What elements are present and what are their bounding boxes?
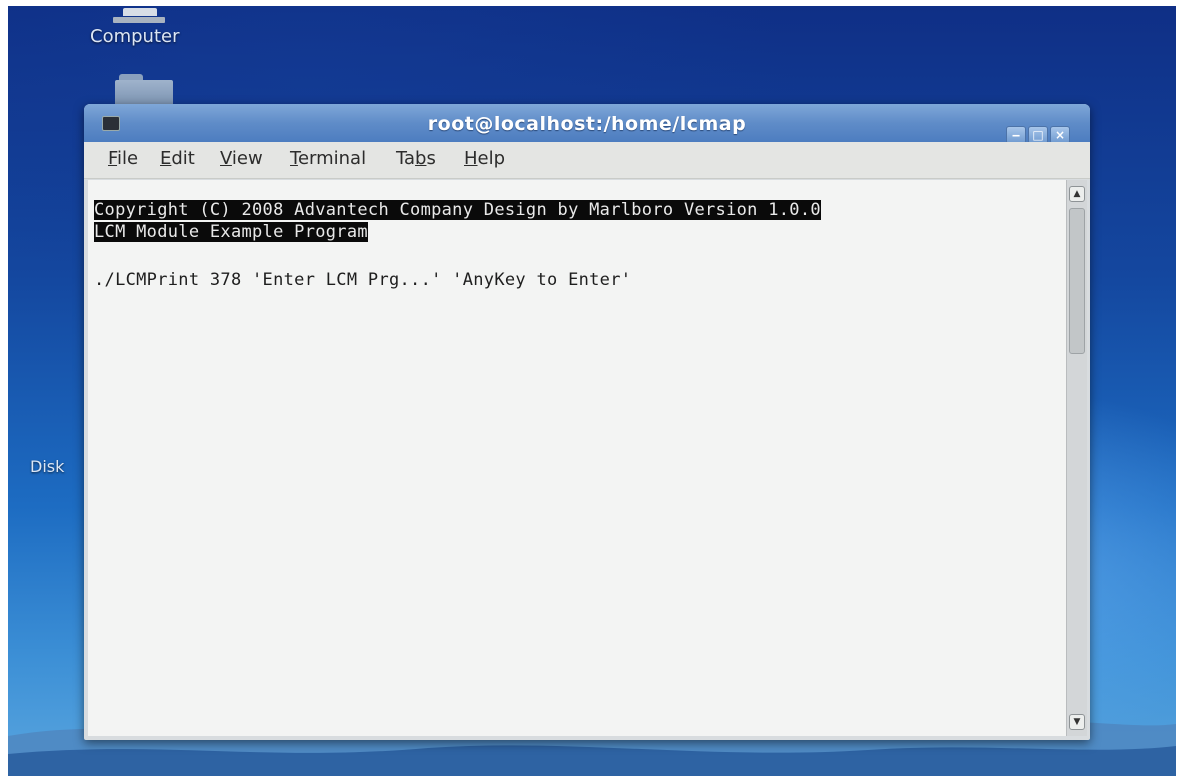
menu-file[interactable]: File — [108, 148, 138, 169]
terminal-line-text: LCM Module Example Program — [94, 222, 368, 242]
menu-tabs[interactable]: Tabs — [396, 148, 436, 169]
computer-glyph — [103, 8, 173, 26]
terminal-line-text: ./LCMPrint 378 'Enter LCM Prg...' 'AnyKe… — [94, 270, 632, 290]
terminal-window: root@localhost:/home/lcmap ‒ □ × File Ed… — [84, 104, 1090, 740]
desktop: Computer Disk root@localhost:/home/lcmap… — [8, 6, 1176, 776]
terminal-output[interactable]: Copyright (C) 2008 Advantech Company Des… — [88, 180, 1066, 736]
computer-icon-label: Computer — [90, 26, 180, 47]
scroll-down-arrow-icon[interactable]: ▼ — [1069, 714, 1085, 730]
menu-bar: File Edit View Terminal Tabs Help — [84, 142, 1090, 179]
vertical-scrollbar[interactable]: ▲ ▼ — [1066, 180, 1087, 736]
terminal-line-text: Copyright (C) 2008 Advantech Company Des… — [94, 200, 821, 220]
menu-help[interactable]: Help — [464, 148, 505, 169]
terminal-line: ./LCMPrint 378 'Enter LCM Prg...' 'AnyKe… — [94, 270, 631, 290]
scroll-up-arrow-icon[interactable]: ▲ — [1069, 186, 1085, 202]
scrollbar-thumb[interactable] — [1069, 208, 1085, 354]
menu-edit[interactable]: Edit — [160, 148, 195, 169]
disk-icon-label[interactable]: Disk — [30, 457, 64, 476]
terminal-line: Copyright (C) 2008 Advantech Company Des… — [94, 200, 821, 220]
menu-view[interactable]: View — [220, 148, 263, 169]
window-titlebar[interactable]: root@localhost:/home/lcmap ‒ □ × — [84, 104, 1090, 144]
menu-terminal[interactable]: Terminal — [290, 148, 366, 169]
window-title: root@localhost:/home/lcmap — [427, 113, 747, 135]
computer-icon[interactable]: Computer — [88, 6, 198, 54]
terminal-line: LCM Module Example Program — [94, 222, 368, 242]
